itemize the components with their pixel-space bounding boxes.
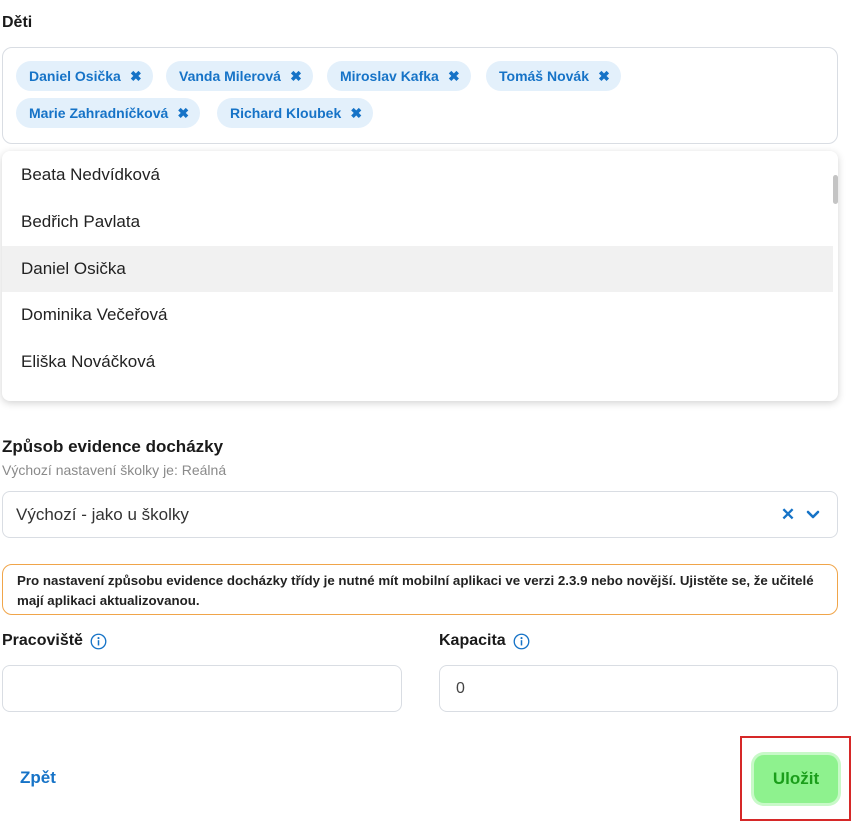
tag-chip: Tomáš Novák ✖ (486, 61, 621, 91)
children-dropdown: Beata Nedvídková Bedřich Pavlata Daniel … (2, 151, 838, 401)
tag-label: Miroslav Kafka (340, 68, 439, 84)
remove-tag-icon[interactable]: ✖ (349, 105, 363, 121)
workplace-label-row: Pracoviště (2, 632, 107, 650)
attendance-warning: Pro nastavení způsobu evidence docházky … (2, 564, 838, 615)
attendance-selected-value: Výchozí - jako u školky (16, 504, 189, 524)
dropdown-option[interactable]: Bedřich Pavlata (2, 199, 833, 245)
workplace-input[interactable] (2, 665, 402, 712)
dropdown-option[interactable]: Dominika Večeřová (2, 292, 833, 338)
children-label: Děti (2, 14, 33, 31)
back-link[interactable]: Zpět (20, 768, 56, 788)
close-icon[interactable]: ✕ (779, 505, 797, 525)
tag-label: Vanda Milerová (179, 68, 281, 84)
save-button[interactable]: Uložit (754, 755, 838, 803)
tag-chip: Miroslav Kafka ✖ (327, 61, 471, 91)
remove-tag-icon[interactable]: ✖ (176, 105, 190, 121)
info-icon[interactable] (513, 633, 530, 650)
attendance-hint: Výchozí nastavení školky je: Reálná (2, 462, 227, 478)
chevron-down-icon[interactable] (804, 505, 822, 525)
tag-label: Marie Zahradníčková (29, 105, 169, 121)
capacity-label-row: Kapacita (439, 632, 530, 650)
attendance-label: Způsob evidence docházky (2, 437, 224, 456)
remove-tag-icon[interactable]: ✖ (447, 68, 461, 84)
dropdown-option[interactable]: Beata Nedvídková (2, 152, 833, 198)
tag-chip: Marie Zahradníčková ✖ (16, 98, 201, 128)
remove-tag-icon[interactable]: ✖ (597, 68, 611, 84)
workplace-label: Pracoviště (2, 632, 83, 649)
remove-tag-icon[interactable]: ✖ (289, 68, 303, 84)
tag-label: Tomáš Novák (499, 68, 589, 84)
capacity-label: Kapacita (439, 632, 506, 649)
dropdown-scrollbar[interactable] (833, 175, 838, 204)
info-icon[interactable] (90, 633, 107, 650)
tag-label: Richard Kloubek (230, 105, 342, 121)
dropdown-option[interactable]: Daniel Osička (2, 246, 833, 292)
remove-tag-icon[interactable]: ✖ (129, 68, 143, 84)
tag-chip: Richard Kloubek ✖ (217, 98, 374, 128)
tag-label: Daniel Osička (29, 68, 121, 84)
dropdown-option[interactable]: Eliška Nováčková (2, 339, 833, 385)
children-tag-input[interactable]: Daniel Osička ✖ Vanda Milerová ✖ Mirosla… (2, 47, 838, 144)
tag-chip: Daniel Osička ✖ (16, 61, 153, 91)
capacity-input[interactable]: 0 (439, 665, 838, 712)
attendance-select[interactable]: Výchozí - jako u školky (2, 491, 838, 538)
tag-chip: Vanda Milerová ✖ (166, 61, 313, 91)
